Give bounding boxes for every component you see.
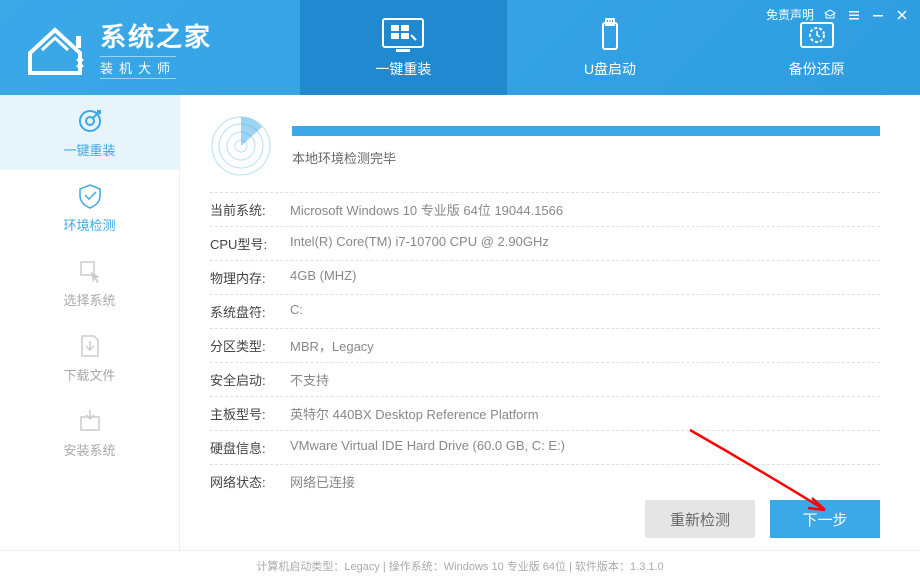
house-logo-icon bbox=[20, 18, 90, 78]
windows-reinstall-icon bbox=[381, 17, 425, 53]
sidebar-item-install[interactable]: 安装系统 bbox=[0, 395, 179, 470]
action-buttons: 重新检测 下一步 bbox=[645, 500, 880, 538]
sidebar-item-label: 下载文件 bbox=[63, 365, 115, 384]
logo-text: 系统之家 装机大师 bbox=[100, 17, 212, 79]
sidebar-item-label: 环境检测 bbox=[63, 215, 115, 234]
detail-label: 主板型号: bbox=[210, 404, 290, 423]
target-icon bbox=[76, 107, 104, 135]
detail-value: MBR，Legacy bbox=[290, 336, 374, 355]
graduation-icon[interactable] bbox=[822, 7, 838, 23]
detail-value: VMware Virtual IDE Hard Drive (60.0 GB, … bbox=[290, 438, 565, 457]
progress-info: 本地环境检测完毕 bbox=[292, 126, 880, 167]
logo-area: 系统之家 装机大师 bbox=[0, 0, 300, 95]
detail-row: 网络状态:网络已连接 bbox=[210, 464, 880, 498]
detail-value: 4GB (MHZ) bbox=[290, 268, 356, 287]
detail-row: 当前系统:Microsoft Windows 10 专业版 64位 19044.… bbox=[210, 192, 880, 226]
sidebar-item-reinstall[interactable]: 一键重装 bbox=[0, 95, 179, 170]
download-icon bbox=[76, 332, 104, 360]
detail-label: 硬盘信息: bbox=[210, 438, 290, 457]
detail-row: 分区类型:MBR，Legacy bbox=[210, 328, 880, 362]
sidebar: 一键重装 环境检测 选择系统 下载文件 安装系统 bbox=[0, 95, 180, 550]
tab-label: U盘启动 bbox=[584, 59, 636, 79]
detail-row: CPU型号:Intel(R) Core(TM) i7-10700 CPU @ 2… bbox=[210, 226, 880, 260]
header: 系统之家 装机大师 一键重装 bbox=[0, 0, 920, 95]
progress-area: 本地环境检测完毕 bbox=[210, 115, 880, 177]
detail-label: 网络状态: bbox=[210, 472, 290, 491]
detail-label: 系统盘符: bbox=[210, 302, 290, 321]
close-icon[interactable] bbox=[894, 7, 910, 23]
detail-value: Intel(R) Core(TM) i7-10700 CPU @ 2.90GHz bbox=[290, 234, 549, 253]
sidebar-item-env-check[interactable]: 环境检测 bbox=[0, 170, 179, 245]
detail-row: 主板型号:英特尔 440BX Desktop Reference Platfor… bbox=[210, 396, 880, 430]
sidebar-item-label: 安装系统 bbox=[63, 440, 115, 459]
select-icon bbox=[76, 257, 104, 285]
detail-row: 物理内存:4GB (MHZ) bbox=[210, 260, 880, 294]
sidebar-item-label: 一键重装 bbox=[63, 140, 115, 159]
detail-value: 英特尔 440BX Desktop Reference Platform bbox=[290, 404, 539, 423]
detail-row: 系统盘符:C: bbox=[210, 294, 880, 328]
detail-label: 物理内存: bbox=[210, 268, 290, 287]
progress-status: 本地环境检测完毕 bbox=[292, 148, 880, 167]
details-list: 当前系统:Microsoft Windows 10 专业版 64位 19044.… bbox=[210, 192, 880, 498]
disclaimer-link[interactable]: 免责声明 bbox=[766, 6, 814, 23]
detail-label: 安全启动: bbox=[210, 370, 290, 389]
footer-status: 计算机启动类型：Legacy | 操作系统：Windows 10 专业版 64位… bbox=[0, 550, 920, 580]
tab-usb-boot[interactable]: U盘启动 bbox=[507, 0, 714, 95]
app-window: 系统之家 装机大师 一键重装 bbox=[0, 0, 920, 580]
sidebar-item-download[interactable]: 下载文件 bbox=[0, 320, 179, 395]
recheck-button[interactable]: 重新检测 bbox=[645, 500, 755, 538]
usb-icon bbox=[588, 17, 632, 53]
progress-bar bbox=[292, 126, 880, 136]
next-button[interactable]: 下一步 bbox=[770, 500, 880, 538]
shield-check-icon bbox=[76, 182, 104, 210]
tab-reinstall[interactable]: 一键重装 bbox=[300, 0, 507, 95]
detail-label: CPU型号: bbox=[210, 234, 290, 253]
brand-subtitle: 装机大师 bbox=[100, 56, 176, 79]
detail-row: 硬盘信息:VMware Virtual IDE Hard Drive (60.0… bbox=[210, 430, 880, 464]
tab-label: 一键重装 bbox=[375, 59, 431, 79]
menu-icon[interactable] bbox=[846, 7, 862, 23]
minimize-icon[interactable] bbox=[870, 7, 886, 23]
tab-label: 备份还原 bbox=[789, 59, 845, 79]
install-icon bbox=[76, 407, 104, 435]
detail-value: 网络已连接 bbox=[290, 472, 355, 491]
detail-value: Microsoft Windows 10 专业版 64位 19044.1566 bbox=[290, 200, 563, 219]
detail-row: 安全启动:不支持 bbox=[210, 362, 880, 396]
detail-label: 当前系统: bbox=[210, 200, 290, 219]
window-controls: 免责声明 bbox=[766, 6, 910, 23]
sidebar-item-label: 选择系统 bbox=[63, 290, 115, 309]
detail-label: 分区类型: bbox=[210, 336, 290, 355]
main-content: 本地环境检测完毕 当前系统:Microsoft Windows 10 专业版 6… bbox=[180, 95, 920, 550]
body: 一键重装 环境检测 选择系统 下载文件 安装系统 bbox=[0, 95, 920, 550]
detail-value: C: bbox=[290, 302, 303, 321]
sidebar-item-select-system[interactable]: 选择系统 bbox=[0, 245, 179, 320]
brand-name: 系统之家 bbox=[100, 17, 212, 54]
radar-scan-icon bbox=[210, 115, 272, 177]
detail-value: 不支持 bbox=[290, 370, 329, 389]
